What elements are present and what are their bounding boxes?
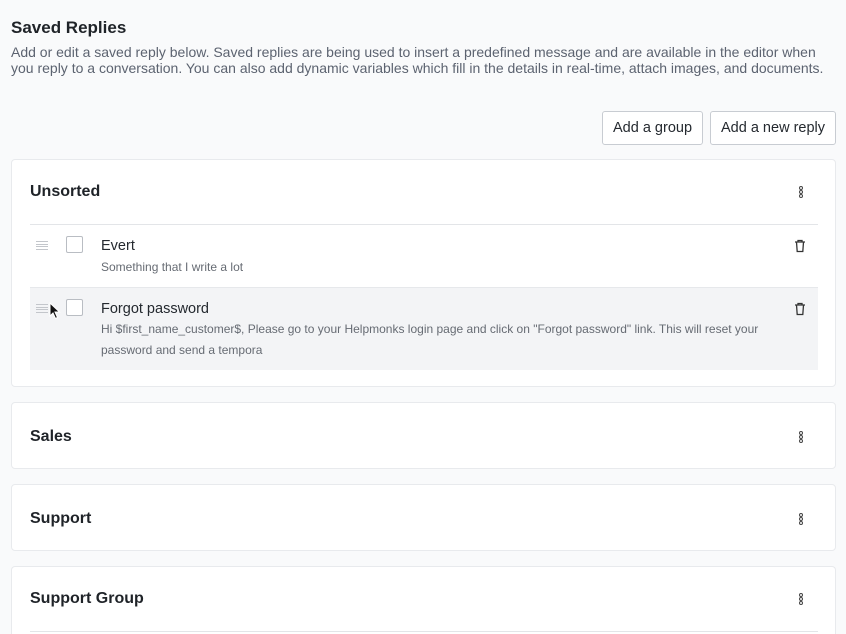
add-reply-button[interactable]: Add a new reply bbox=[710, 111, 836, 145]
toolbar: Add a group Add a new reply bbox=[602, 111, 836, 145]
reply-checkbox[interactable] bbox=[66, 299, 83, 316]
trash-icon[interactable] bbox=[794, 239, 806, 253]
drag-handle-icon[interactable] bbox=[36, 241, 48, 250]
group-support-group: Support Group bbox=[11, 566, 836, 634]
group-sales: Sales bbox=[11, 402, 836, 469]
add-group-button[interactable]: Add a group bbox=[602, 111, 704, 145]
group-divider bbox=[30, 631, 818, 632]
group-header: Support bbox=[12, 485, 835, 552]
group-menu-kebab-icon[interactable] bbox=[796, 184, 806, 200]
group-menu-kebab-icon[interactable] bbox=[796, 591, 806, 607]
group-header: Support Group bbox=[12, 567, 835, 631]
reply-title[interactable]: Evert bbox=[101, 238, 135, 254]
group-menu-kebab-icon[interactable] bbox=[796, 511, 806, 527]
group-title: Sales bbox=[30, 427, 72, 445]
trash-icon[interactable] bbox=[794, 302, 806, 316]
group-header: Sales bbox=[12, 403, 835, 470]
reply-row[interactable]: Evert Something that I write a lot bbox=[30, 225, 818, 287]
mouse-cursor-icon bbox=[49, 302, 61, 320]
drag-handle-icon[interactable] bbox=[36, 304, 48, 313]
saved-replies-page: Saved Replies Add or edit a saved reply … bbox=[0, 0, 846, 634]
reply-list: Evert Something that I write a lot Forgo… bbox=[12, 225, 835, 388]
group-title: Unsorted bbox=[30, 183, 101, 200]
reply-title[interactable]: Forgot password bbox=[101, 301, 209, 317]
reply-preview: Something that I write a lot bbox=[101, 260, 244, 274]
group-header: Unsorted bbox=[12, 160, 835, 224]
group-support: Support bbox=[11, 484, 836, 551]
reply-preview: Hi $first_name_customer$, Please go to y… bbox=[101, 322, 759, 357]
page-title: Saved Replies bbox=[11, 18, 127, 37]
group-title: Support Group bbox=[30, 590, 144, 607]
group-unsorted: Unsorted Evert Something that I write a … bbox=[11, 159, 836, 387]
group-title: Support bbox=[30, 509, 92, 527]
group-menu-kebab-icon[interactable] bbox=[796, 429, 806, 445]
reply-row[interactable]: Forgot password Hi $first_name_customer$… bbox=[30, 287, 818, 370]
reply-checkbox[interactable] bbox=[66, 236, 83, 253]
page-description: Add or edit a saved reply below. Saved r… bbox=[11, 44, 824, 76]
